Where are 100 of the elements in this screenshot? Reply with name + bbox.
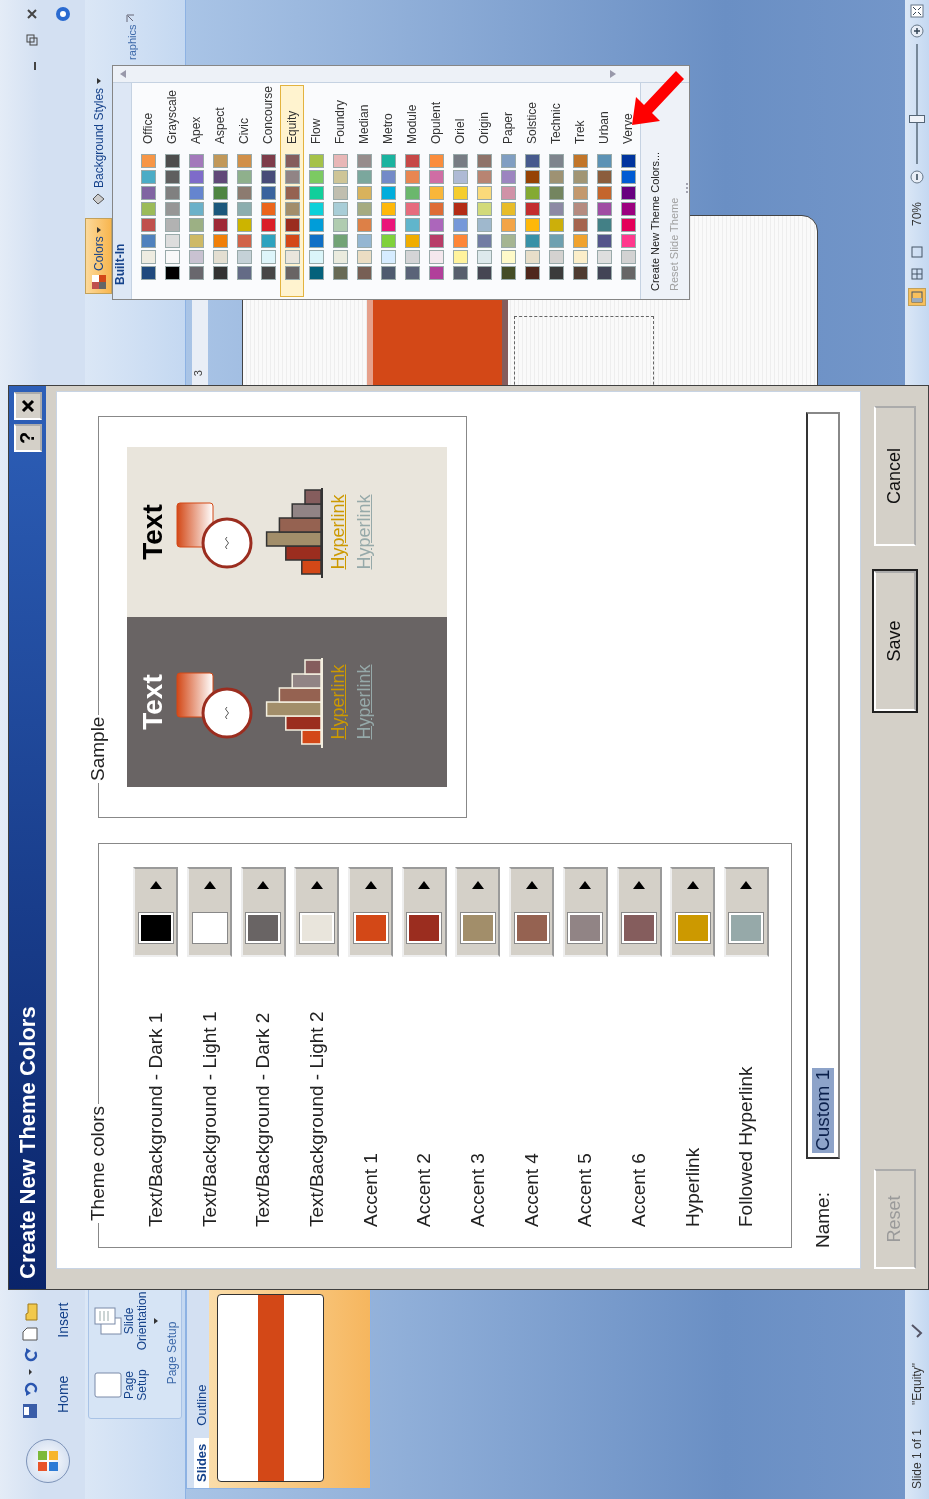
play-arrow-icon bbox=[148, 880, 163, 891]
theme-option[interactable]: Office bbox=[136, 84, 160, 297]
ruler-label: 3 bbox=[192, 370, 205, 377]
caret-icon bbox=[153, 1318, 159, 1324]
color-picker-button[interactable] bbox=[562, 867, 608, 957]
color-picker-button[interactable] bbox=[509, 867, 555, 957]
zoom-in-icon[interactable] bbox=[910, 24, 924, 38]
ribbon-button[interactable]: Page Setup bbox=[93, 1355, 149, 1415]
save-icon[interactable] bbox=[22, 1403, 38, 1419]
field-label: Name: bbox=[812, 1191, 834, 1248]
play-arrow-icon bbox=[470, 880, 485, 891]
color-label: Accent 3 bbox=[466, 1152, 489, 1227]
background-styles-button[interactable]: Background Styles bbox=[91, 75, 106, 208]
view-button[interactable] bbox=[909, 266, 925, 283]
theme-option[interactable]: Opulent bbox=[424, 84, 448, 297]
page-icon bbox=[93, 1371, 123, 1399]
ribbon-button[interactable]: Slide Orientation bbox=[93, 1291, 162, 1351]
group-label: Page Setup bbox=[165, 1321, 180, 1385]
theme-option[interactable]: Urban bbox=[592, 84, 616, 297]
color-picker-button[interactable] bbox=[133, 867, 179, 957]
color-label: Text/Background - Dark 1 bbox=[144, 1011, 167, 1227]
slider-thumb[interactable] bbox=[909, 114, 925, 123]
palette-icon bbox=[90, 274, 107, 290]
color-label: Text/Background - Light 1 bbox=[198, 1010, 221, 1227]
play-arrow-icon bbox=[417, 880, 432, 891]
color-label: Accent 6 bbox=[628, 1152, 651, 1227]
color-picker-button[interactable] bbox=[401, 867, 447, 957]
view-button[interactable] bbox=[909, 244, 925, 261]
theme-option[interactable]: Metro bbox=[376, 84, 400, 297]
fit-to-window-icon[interactable] bbox=[910, 4, 924, 18]
theme-option[interactable]: Concourse bbox=[256, 84, 280, 297]
color-picker-button[interactable] bbox=[616, 867, 662, 957]
theme-option[interactable]: Civic bbox=[232, 84, 256, 297]
undo-icon[interactable] bbox=[22, 1381, 38, 1397]
color-label: Followed Hyperlink bbox=[735, 1065, 758, 1227]
restore-icon[interactable] bbox=[26, 34, 38, 46]
sample-heading: Text bbox=[137, 674, 169, 730]
theme-option[interactable]: Foundry bbox=[328, 84, 352, 297]
dialog-launcher-icon[interactable] bbox=[126, 13, 135, 23]
theme-option[interactable]: Flow bbox=[304, 84, 328, 297]
theme-option[interactable]: Oriel bbox=[448, 84, 472, 297]
dialog-button[interactable]: Save bbox=[873, 571, 916, 711]
pages-icon bbox=[93, 1306, 123, 1336]
theme-option[interactable]: Equity bbox=[280, 84, 304, 297]
play-arrow-icon bbox=[685, 880, 700, 891]
color-label: Accent 5 bbox=[574, 1152, 597, 1227]
menu-section-header: Built-In bbox=[114, 82, 132, 299]
caret-icon bbox=[95, 77, 102, 84]
group-title: Theme colors bbox=[87, 1104, 109, 1223]
name-input[interactable]: Custom 1 bbox=[806, 412, 840, 1160]
group-title: Sample bbox=[87, 715, 109, 783]
theme-option[interactable]: Origin bbox=[472, 84, 496, 297]
color-picker-button[interactable] bbox=[348, 867, 394, 957]
ribbon-tab[interactable]: Insert bbox=[52, 1298, 73, 1342]
resize-grip-icon[interactable] bbox=[685, 180, 688, 194]
play-arrow-icon bbox=[632, 880, 647, 891]
color-picker-button[interactable] bbox=[723, 867, 769, 957]
colors-button[interactable]: Colors bbox=[85, 218, 112, 294]
play-arrow-icon bbox=[363, 880, 378, 891]
theme-option[interactable]: Aspect bbox=[208, 84, 232, 297]
sample-heading: Text bbox=[137, 504, 169, 560]
color-picker-button[interactable] bbox=[294, 867, 340, 957]
help-icon[interactable] bbox=[54, 6, 71, 22]
theme-option[interactable]: Solstice bbox=[520, 84, 544, 297]
theme-option[interactable]: Verve bbox=[616, 84, 640, 297]
theme-option[interactable]: Apex bbox=[184, 84, 208, 297]
ribbon-tab[interactable]: Home bbox=[52, 1371, 73, 1417]
theme-option[interactable]: Grayscale bbox=[160, 84, 184, 297]
color-picker-button[interactable] bbox=[670, 867, 716, 957]
color-picker-button[interactable] bbox=[187, 867, 233, 957]
help-button[interactable]: ? bbox=[13, 424, 42, 452]
menu-item[interactable]: Create New Theme Colors... bbox=[647, 151, 663, 291]
color-label: Hyperlink bbox=[681, 1146, 704, 1227]
slide-thumbnail[interactable] bbox=[217, 1294, 324, 1482]
color-label: Accent 4 bbox=[520, 1152, 543, 1227]
close-button[interactable] bbox=[13, 392, 42, 420]
color-picker-button[interactable] bbox=[240, 867, 286, 957]
new-document-icon[interactable] bbox=[22, 1327, 38, 1341]
redo-icon[interactable] bbox=[22, 1347, 38, 1363]
slide-counter: Slide 1 of 1 bbox=[910, 1428, 924, 1489]
dialog-button[interactable]: Cancel bbox=[873, 406, 916, 546]
theme-name: "Equity" bbox=[910, 1363, 924, 1405]
view-button[interactable] bbox=[908, 288, 926, 307]
spell-check-icon[interactable] bbox=[910, 1323, 924, 1340]
play-arrow-icon bbox=[524, 880, 539, 891]
close-icon[interactable] bbox=[26, 8, 38, 20]
theme-option[interactable]: Trek bbox=[568, 84, 592, 297]
theme-option[interactable]: Median bbox=[352, 84, 376, 297]
theme-option[interactable]: Technic bbox=[544, 84, 568, 297]
color-label: Text/Background - Light 2 bbox=[305, 1010, 328, 1227]
zoom-level[interactable]: 70% bbox=[910, 202, 924, 227]
zoom-out-icon[interactable] bbox=[910, 170, 924, 184]
pane-tab[interactable]: Outline bbox=[194, 1378, 209, 1432]
close-icon bbox=[19, 398, 36, 414]
color-picker-button[interactable] bbox=[455, 867, 501, 957]
pane-tab[interactable]: Slides bbox=[194, 1437, 209, 1488]
theme-option[interactable]: Module bbox=[400, 84, 424, 297]
theme-option[interactable]: Paper bbox=[496, 84, 520, 297]
play-arrow-icon bbox=[578, 880, 593, 891]
paint-bucket-icon bbox=[91, 192, 106, 206]
